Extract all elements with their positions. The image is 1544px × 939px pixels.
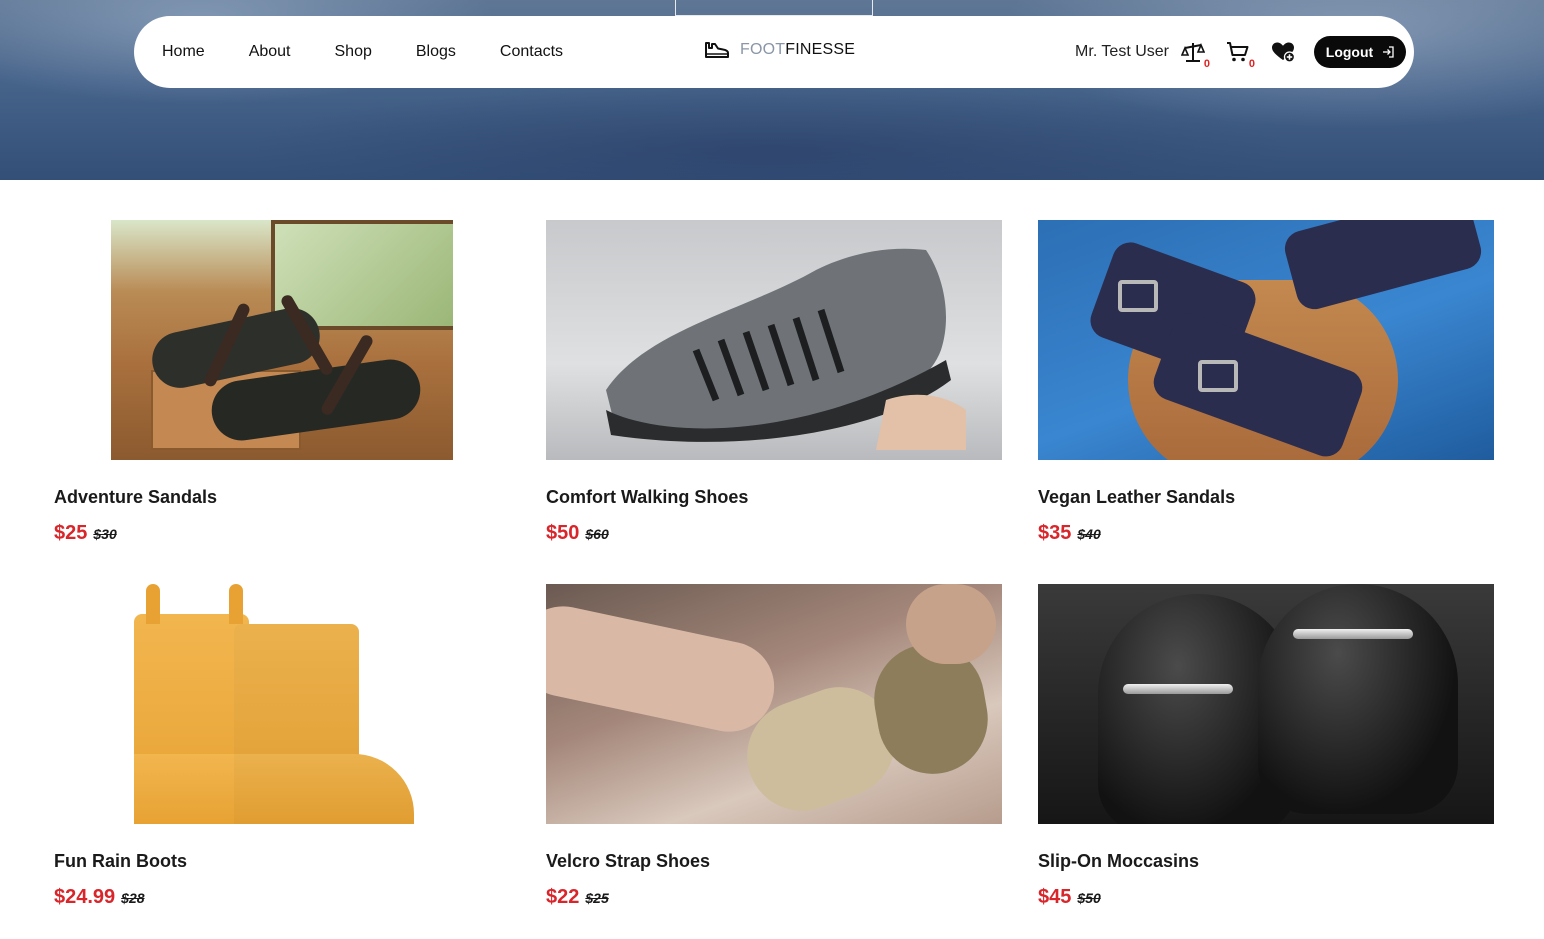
- compare-count: 0: [1203, 58, 1210, 70]
- brand-name: FOOTFINESSE: [740, 41, 856, 58]
- product-card[interactable]: Vegan Leather Sandals $35 $40: [1038, 220, 1494, 544]
- product-name[interactable]: Vegan Leather Sandals: [1038, 487, 1235, 508]
- sneaker-illustration: [606, 248, 966, 450]
- nav-shop[interactable]: Shop: [335, 43, 372, 61]
- cart-button[interactable]: 0: [1224, 38, 1255, 70]
- nav-blogs[interactable]: Blogs: [416, 43, 456, 61]
- product-image[interactable]: [1038, 220, 1494, 460]
- product-card[interactable]: Fun Rain Boots $24.99 $28: [54, 584, 510, 908]
- brand-logo-link[interactable]: FOOTFINESSE: [704, 40, 855, 60]
- shoe-icon: [705, 42, 729, 58]
- product-price: $50 $60: [546, 522, 609, 545]
- view-all-collection-button[interactable]: View All Collection: [675, 0, 873, 16]
- current-price: $35: [1038, 522, 1072, 544]
- logout-label: Logout: [1325, 44, 1374, 60]
- product-card[interactable]: Velcro Strap Shoes $22 $25: [546, 584, 1002, 908]
- nav-actions: Mr. Test User 0 0 Logout: [1075, 16, 1406, 88]
- product-price: $35 $40: [1038, 522, 1101, 545]
- product-name[interactable]: Slip-On Moccasins: [1038, 851, 1199, 872]
- cart-count: 0: [1248, 58, 1255, 70]
- product-image[interactable]: [546, 220, 1002, 460]
- product-card[interactable]: Adventure Sandals $25 $30: [54, 220, 510, 544]
- old-price: $30: [93, 526, 117, 542]
- product-price: $24.99 $28: [54, 886, 145, 909]
- product-image[interactable]: [111, 220, 453, 460]
- product-image[interactable]: [546, 584, 1002, 824]
- scale-icon: [1181, 42, 1205, 62]
- heart-plus-icon: [1272, 42, 1295, 63]
- old-price: $40: [1077, 526, 1101, 542]
- current-price: $22: [546, 886, 580, 908]
- product-card[interactable]: Slip-On Moccasins $45 $50: [1038, 584, 1494, 908]
- nav-home[interactable]: Home: [162, 43, 205, 61]
- product-image[interactable]: [54, 584, 510, 824]
- product-name[interactable]: Adventure Sandals: [54, 487, 217, 508]
- nav-about[interactable]: About: [249, 43, 291, 61]
- cart-icon: [1227, 42, 1249, 62]
- old-price: $60: [585, 526, 609, 542]
- logout-icon: [1383, 46, 1394, 58]
- old-price: $50: [1077, 890, 1101, 906]
- current-price: $50: [546, 522, 580, 544]
- product-image[interactable]: [1038, 584, 1494, 824]
- product-name[interactable]: Comfort Walking Shoes: [546, 487, 748, 508]
- current-price: $25: [54, 522, 88, 544]
- product-name[interactable]: Fun Rain Boots: [54, 851, 187, 872]
- wishlist-button[interactable]: [1269, 38, 1297, 66]
- product-price: $22 $25: [546, 886, 609, 909]
- old-price: $28: [121, 890, 145, 906]
- top-navbar: Home About Shop Blogs Contacts FOOTFINES…: [134, 16, 1414, 88]
- logout-button[interactable]: Logout: [1314, 36, 1406, 68]
- product-card[interactable]: Comfort Walking Shoes $50 $60: [546, 220, 1002, 544]
- current-price: $45: [1038, 886, 1072, 908]
- product-price: $25 $30: [54, 522, 117, 545]
- old-price: $25: [585, 890, 609, 906]
- product-name[interactable]: Velcro Strap Shoes: [546, 851, 710, 872]
- current-price: $24.99: [54, 886, 116, 908]
- user-name[interactable]: Mr. Test User: [1075, 43, 1169, 61]
- nav-links: Home About Shop Blogs Contacts: [162, 43, 607, 61]
- product-price: $45 $50: [1038, 886, 1101, 909]
- compare-button[interactable]: 0: [1179, 38, 1210, 70]
- nav-contacts[interactable]: Contacts: [500, 43, 563, 61]
